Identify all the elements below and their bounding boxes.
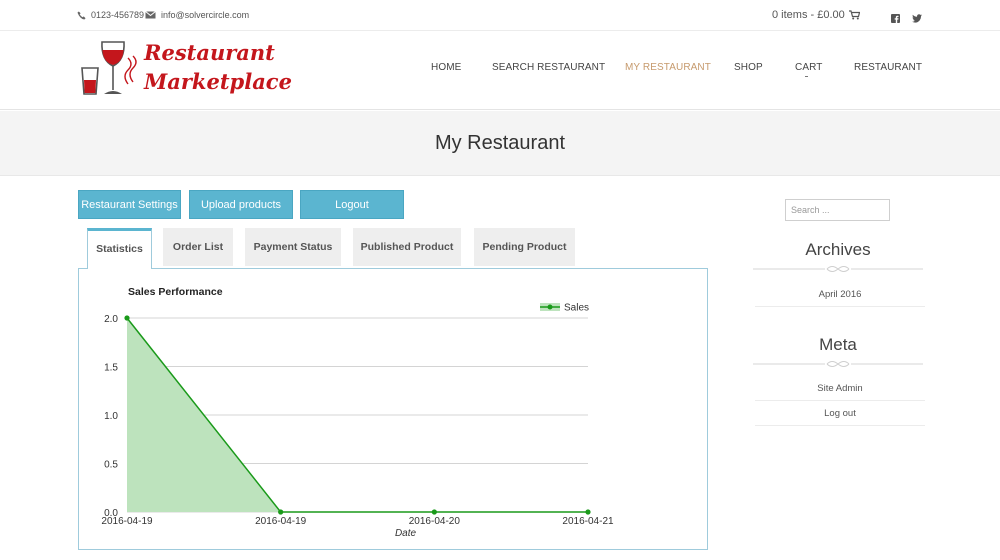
legend-marker bbox=[547, 304, 553, 310]
nav-cart[interactable]: CART bbox=[795, 62, 822, 73]
x-tick-label: 2016-04-19 bbox=[101, 516, 153, 527]
tab-payment-status[interactable]: Payment Status bbox=[245, 228, 341, 266]
phone-icon bbox=[77, 10, 86, 20]
y-tick-label: 0.5 bbox=[104, 460, 118, 471]
email-address[interactable]: info@solvercircle.com bbox=[161, 10, 249, 20]
wine-glasses-icon bbox=[81, 41, 137, 95]
email-contact: info@solvercircle.com bbox=[145, 10, 249, 20]
cart-dropdown-indicator bbox=[805, 76, 808, 77]
x-tick-label: 2016-04-19 bbox=[255, 516, 307, 527]
nav-my-restaurant[interactable]: MY RESTAURANT bbox=[625, 62, 711, 73]
nav-shop[interactable]: SHOP bbox=[734, 62, 763, 73]
nav-home[interactable]: HOME bbox=[431, 62, 461, 73]
site-logo[interactable]: Restaurant Marketplace bbox=[78, 38, 292, 104]
tab-statistics[interactable]: Statistics bbox=[87, 228, 152, 269]
upload-products-button[interactable]: Upload products bbox=[189, 190, 293, 219]
twitter-icon bbox=[912, 14, 922, 23]
y-tick-label: 2.0 bbox=[104, 314, 118, 325]
mini-cart[interactable]: 0 items - £0.00 bbox=[772, 9, 860, 21]
meta-title: Meta bbox=[819, 335, 857, 354]
meta-log-out[interactable]: Log out bbox=[755, 408, 925, 419]
y-tick-label: 1.5 bbox=[104, 363, 118, 374]
divider-ornament bbox=[753, 361, 923, 367]
divider bbox=[755, 400, 925, 401]
y-tick-label: 1.0 bbox=[104, 411, 118, 422]
data-point bbox=[278, 509, 284, 515]
top-bar: 0123-456789 info@solvercircle.com 0 item… bbox=[0, 0, 1000, 31]
restaurant-settings-button[interactable]: Restaurant Settings bbox=[78, 190, 181, 219]
divider bbox=[755, 425, 925, 426]
logout-button[interactable]: Logout bbox=[300, 190, 404, 219]
chart-title: Sales Performance bbox=[128, 286, 223, 298]
page-title-band: My Restaurant bbox=[0, 111, 1000, 176]
twitter-link[interactable] bbox=[912, 10, 922, 28]
archives-title: Archives bbox=[805, 240, 871, 259]
page-title: My Restaurant bbox=[434, 132, 566, 154]
data-point bbox=[124, 315, 130, 321]
cart-summary[interactable]: 0 items - £0.00 bbox=[772, 9, 845, 21]
phone-number: 0123-456789 bbox=[91, 10, 145, 20]
site-header: Restaurant Marketplace HOME SEARCH RESTA… bbox=[0, 31, 1000, 110]
facebook-icon bbox=[891, 14, 900, 23]
search-input[interactable] bbox=[785, 199, 890, 221]
divider bbox=[755, 306, 925, 307]
cart-icon bbox=[848, 10, 860, 20]
facebook-link[interactable] bbox=[891, 10, 900, 28]
nav-search-restaurant[interactable]: SEARCH RESTAURANT bbox=[492, 62, 605, 73]
phone-contact: 0123-456789 bbox=[77, 10, 144, 20]
statistics-panel: Sales Performance 0.0 0.5 1.0 1.5 2.0 2016-04-… bbox=[78, 268, 708, 550]
envelope-icon bbox=[145, 11, 156, 19]
tab-published-product[interactable]: Published Product bbox=[353, 228, 461, 266]
x-tick-label: 2016-04-21 bbox=[562, 516, 614, 527]
divider-ornament bbox=[753, 266, 923, 272]
brand-line-2: Marketplace bbox=[144, 69, 292, 94]
sales-chart: Sales Performance0.00.51.01.52.02016-04-… bbox=[101, 286, 614, 539]
x-tick-label: 2016-04-20 bbox=[409, 516, 461, 527]
tab-pending-product[interactable]: Pending Product bbox=[474, 228, 575, 266]
x-axis-label: Date bbox=[395, 528, 417, 539]
data-point bbox=[431, 509, 437, 515]
archive-april-2016[interactable]: April 2016 bbox=[755, 289, 925, 300]
data-point bbox=[585, 509, 591, 515]
brand-line-1: Restaurant bbox=[144, 40, 275, 65]
meta-site-admin[interactable]: Site Admin bbox=[755, 383, 925, 394]
tab-order-list[interactable]: Order List bbox=[163, 228, 233, 266]
nav-restaurant[interactable]: RESTAURANT bbox=[854, 62, 922, 73]
legend-label: Sales bbox=[564, 303, 589, 314]
